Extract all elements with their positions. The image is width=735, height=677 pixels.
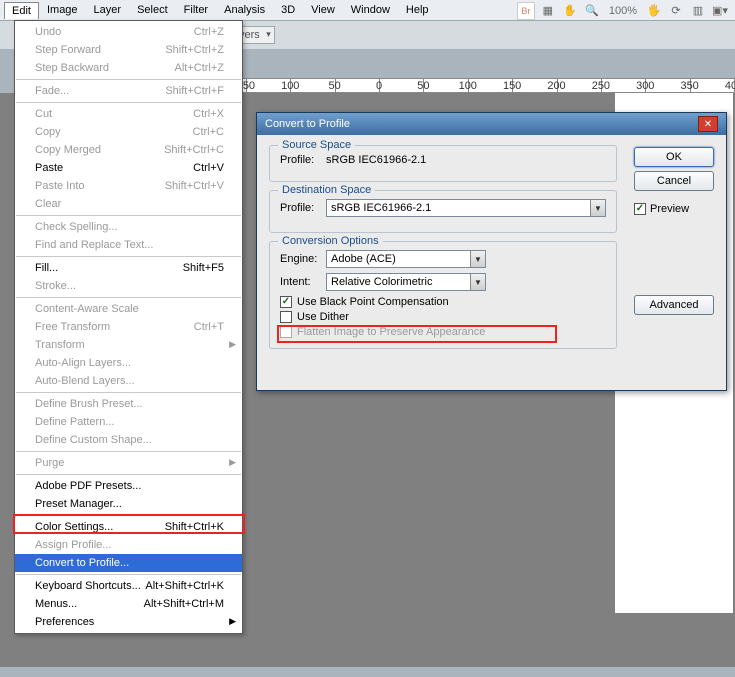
menu-edit[interactable]: Edit bbox=[4, 2, 39, 19]
dialog-titlebar[interactable]: Convert to Profile ✕ bbox=[257, 113, 726, 135]
menu-item-copy-merged: Copy MergedShift+Ctrl+C bbox=[15, 141, 242, 159]
menu-item-menus[interactable]: Menus...Alt+Shift+Ctrl+M bbox=[15, 595, 242, 613]
conversion-options-fieldset: Conversion Options Engine: Adobe (ACE)▼ … bbox=[269, 241, 617, 349]
menu-image[interactable]: Image bbox=[39, 1, 86, 19]
menu-window[interactable]: Window bbox=[343, 1, 398, 19]
menu-item-preset-manager[interactable]: Preset Manager... bbox=[15, 495, 242, 513]
menu-item-copy: CopyCtrl+C bbox=[15, 123, 242, 141]
intent-select[interactable]: Relative Colorimetric▼ bbox=[326, 273, 486, 291]
menu-item-paste[interactable]: PasteCtrl+V bbox=[15, 159, 242, 177]
menu-item-fade: Fade...Shift+Ctrl+F bbox=[15, 82, 242, 100]
menu-item-check-spelling: Check Spelling... bbox=[15, 218, 242, 236]
toolbar-strip: Br ▦ ✋ 🔍 100% 🖐 ⟳ ▥ ▣▾ bbox=[511, 0, 735, 21]
menu-layer[interactable]: Layer bbox=[86, 1, 130, 19]
engine-label: Engine: bbox=[280, 253, 320, 265]
chevron-down-icon: ▼ bbox=[470, 251, 485, 267]
flatten-checkbox bbox=[280, 326, 292, 338]
dither-checkbox[interactable] bbox=[280, 311, 292, 323]
submenu-arrow-icon: ▶ bbox=[229, 616, 236, 627]
submenu-arrow-icon: ▶ bbox=[229, 339, 236, 350]
advanced-button[interactable]: Advanced bbox=[634, 295, 714, 315]
menu-item-free-transform: Free TransformCtrl+T bbox=[15, 318, 242, 336]
pan-icon[interactable]: 🖐 bbox=[645, 2, 663, 20]
menu-item-adobe-pdf-presets[interactable]: Adobe PDF Presets... bbox=[15, 477, 242, 495]
source-profile-label: Profile: bbox=[280, 154, 320, 166]
flatten-label: Flatten Image to Preserve Appearance bbox=[297, 326, 485, 338]
source-space-fieldset: Source Space Profile: sRGB IEC61966-2.1 bbox=[269, 145, 617, 182]
zoom-icon[interactable]: 🔍 bbox=[583, 2, 601, 20]
menu-item-content-aware-scale: Content-Aware Scale bbox=[15, 300, 242, 318]
source-profile-value: sRGB IEC61966-2.1 bbox=[326, 154, 426, 166]
preview-checkbox[interactable] bbox=[634, 203, 646, 215]
menu-filter[interactable]: Filter bbox=[176, 1, 216, 19]
menu-item-clear: Clear bbox=[15, 195, 242, 213]
menu-item-cut: CutCtrl+X bbox=[15, 105, 242, 123]
menu-item-preferences[interactable]: Preferences▶ bbox=[15, 613, 242, 631]
zoom-level[interactable]: 100% bbox=[605, 5, 641, 17]
menu-item-find-and-replace-text: Find and Replace Text... bbox=[15, 236, 242, 254]
panel-icon[interactable]: ▥ bbox=[689, 2, 707, 20]
dialog-title-text: Convert to Profile bbox=[265, 118, 350, 130]
menu-item-stroke: Stroke... bbox=[15, 277, 242, 295]
menu-item-step-backward: Step BackwardAlt+Ctrl+Z bbox=[15, 59, 242, 77]
bpc-checkbox[interactable] bbox=[280, 296, 292, 308]
menu-select[interactable]: Select bbox=[129, 1, 176, 19]
destination-space-fieldset: Destination Space Profile: sRGB IEC61966… bbox=[269, 190, 617, 233]
preview-label: Preview bbox=[650, 203, 689, 215]
engine-select[interactable]: Adobe (ACE)▼ bbox=[326, 250, 486, 268]
menu-item-color-settings[interactable]: Color Settings...Shift+Ctrl+K bbox=[15, 518, 242, 536]
destination-space-legend: Destination Space bbox=[278, 184, 375, 196]
menu-analysis[interactable]: Analysis bbox=[216, 1, 273, 19]
menu-item-auto-blend-layers: Auto-Blend Layers... bbox=[15, 372, 242, 390]
rotate-icon[interactable]: ⟳ bbox=[667, 2, 685, 20]
chevron-down-icon: ▼ bbox=[590, 200, 605, 216]
bridge-icon[interactable]: Br bbox=[517, 2, 535, 20]
menu-item-define-custom-shape: Define Custom Shape... bbox=[15, 431, 242, 449]
menu-item-transform: Transform▶ bbox=[15, 336, 242, 354]
menu-item-define-brush-preset: Define Brush Preset... bbox=[15, 395, 242, 413]
cancel-button[interactable]: Cancel bbox=[634, 171, 714, 191]
edit-menu-dropdown: UndoCtrl+ZStep ForwardShift+Ctrl+ZStep B… bbox=[14, 20, 243, 634]
menu-view[interactable]: View bbox=[303, 1, 343, 19]
menu-item-convert-to-profile[interactable]: Convert to Profile... bbox=[15, 554, 242, 572]
menu-item-step-forward: Step ForwardShift+Ctrl+Z bbox=[15, 41, 242, 59]
chevron-down-icon: ▼ bbox=[470, 274, 485, 290]
destination-profile-label: Profile: bbox=[280, 202, 320, 214]
destination-profile-select[interactable]: sRGB IEC61966-2.1▼ bbox=[326, 199, 606, 217]
menu-3d[interactable]: 3D bbox=[273, 1, 303, 19]
dither-label: Use Dither bbox=[297, 311, 349, 323]
menu-item-keyboard-shortcuts[interactable]: Keyboard Shortcuts...Alt+Shift+Ctrl+K bbox=[15, 577, 242, 595]
convert-to-profile-dialog: Convert to Profile ✕ Source Space Profil… bbox=[256, 112, 727, 391]
screen-mode-icon[interactable]: ▣▾ bbox=[711, 2, 729, 20]
bpc-label: Use Black Point Compensation bbox=[297, 296, 449, 308]
menu-item-paste-into: Paste IntoShift+Ctrl+V bbox=[15, 177, 242, 195]
menu-help[interactable]: Help bbox=[398, 1, 437, 19]
menu-item-fill[interactable]: Fill...Shift+F5 bbox=[15, 259, 242, 277]
menu-item-define-pattern: Define Pattern... bbox=[15, 413, 242, 431]
ok-button[interactable]: OK bbox=[634, 147, 714, 167]
menu-item-purge: Purge▶ bbox=[15, 454, 242, 472]
submenu-arrow-icon: ▶ bbox=[229, 457, 236, 468]
intent-label: Intent: bbox=[280, 276, 320, 288]
conversion-options-legend: Conversion Options bbox=[278, 235, 383, 247]
menu-item-auto-align-layers: Auto-Align Layers... bbox=[15, 354, 242, 372]
close-icon[interactable]: ✕ bbox=[698, 116, 718, 132]
hand-icon[interactable]: ✋ bbox=[561, 2, 579, 20]
grid-icon[interactable]: ▦ bbox=[539, 2, 557, 20]
menu-item-undo: UndoCtrl+Z bbox=[15, 23, 242, 41]
source-space-legend: Source Space bbox=[278, 139, 355, 151]
menu-item-assign-profile: Assign Profile... bbox=[15, 536, 242, 554]
